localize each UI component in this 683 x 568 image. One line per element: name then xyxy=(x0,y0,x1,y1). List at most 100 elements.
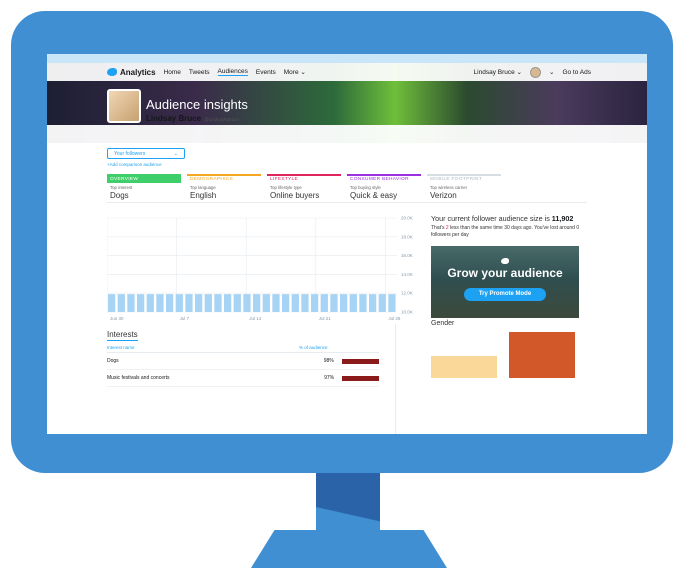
chart-bar xyxy=(185,294,193,312)
chart-bar xyxy=(388,294,396,312)
interests-header: Interest name % of audience xyxy=(107,345,379,353)
x-tick-label: Jul 7 xyxy=(180,316,190,321)
audience-desc-1: That's xyxy=(431,225,446,231)
tab-demographics[interactable]: DEMOGRAPHICS Top language English xyxy=(187,174,261,200)
y-tick-label: 10.0K xyxy=(401,310,413,315)
chart-bar xyxy=(272,294,280,312)
interest-bar xyxy=(342,375,379,381)
tab-overview-head: OVERVIEW xyxy=(107,174,181,183)
chart-bar xyxy=(243,294,251,312)
tab-consumer-behavior[interactable]: CONSUMER BEHAVIOR Top buying style Quick… xyxy=(347,174,421,200)
x-tick-label: Jul 14 xyxy=(249,316,262,321)
interests-panel: Interests Interest name % of audience Do… xyxy=(107,324,379,387)
audience-selector: Your followers ⌄ +Add comparison audienc… xyxy=(107,148,185,167)
tab-lifestyle[interactable]: LIFESTYLE Top lifestyle type Online buye… xyxy=(267,174,341,200)
chart-bar xyxy=(349,294,357,312)
x-tick-label: Jul 28 xyxy=(388,316,401,321)
nav-events[interactable]: Events xyxy=(256,69,276,76)
y-tick-label: 14.0K xyxy=(401,272,413,277)
settings-avatar-icon[interactable] xyxy=(530,66,541,78)
x-tick-label: Jul 21 xyxy=(319,316,332,321)
interests-rows: Dogs 98% Music festivals and concerts 97% xyxy=(107,353,379,387)
user-menu[interactable]: Lindsay Bruce ⌄ xyxy=(474,68,522,76)
gender-title: Gender xyxy=(431,320,455,327)
audience-change-text: That's 2 less than the same time 30 days… xyxy=(431,225,581,239)
nav-audiences[interactable]: Audiences xyxy=(217,68,248,76)
user-name: Lindsay Bruce xyxy=(146,114,202,123)
settings-caret-icon[interactable]: ⌄ xyxy=(549,68,554,76)
chart-bar xyxy=(233,294,241,312)
nav-right: Lindsay Bruce ⌄ ⌄ Go to Ads xyxy=(474,66,591,78)
x-tick-label: Jun 30 xyxy=(110,316,124,321)
table-row: Dogs 98% xyxy=(107,353,379,370)
banner-lower-band xyxy=(47,125,647,143)
tab-lifestyle-head: LIFESTYLE xyxy=(267,174,341,183)
avatar xyxy=(107,89,141,123)
interest-name: Music festivals and concerts xyxy=(107,375,170,381)
insight-tabs: OVERVIEW Top interest Dogs DEMOGRAPHICS … xyxy=(107,174,501,200)
page-title: Audience insights xyxy=(146,97,248,112)
analytics-brand[interactable]: Analytics xyxy=(107,68,156,77)
tab-mobile-footprint-head: MOBILE FOOTPRINT xyxy=(427,174,501,183)
tab-consumer-behavior-sub: Top buying style xyxy=(350,185,381,190)
chart-bar xyxy=(117,294,125,312)
tab-mobile-footprint[interactable]: MOBILE FOOTPRINT Top wireless carrier Ve… xyxy=(427,174,501,200)
chart-bar xyxy=(320,294,328,312)
interests-title: Interests xyxy=(107,330,138,341)
tab-mobile-footprint-value: Verizon xyxy=(430,191,457,200)
chart-bar xyxy=(340,294,348,312)
table-row: Music festivals and concerts 97% xyxy=(107,370,379,387)
chart-bar xyxy=(291,294,299,312)
top-nav: Analytics Home Tweets Audiences Events M… xyxy=(47,63,647,81)
chart-bar xyxy=(253,294,261,312)
gender-panel: Gender xyxy=(431,320,581,378)
profile-header: Audience insights Lindsay Bruce @Lindsay… xyxy=(107,89,248,123)
interest-percent: 98% xyxy=(323,358,334,364)
followers-dropdown[interactable]: Your followers ⌄ xyxy=(107,148,185,159)
tab-overview[interactable]: OVERVIEW Top interest Dogs xyxy=(107,174,181,200)
go-to-ads-link[interactable]: Go to Ads xyxy=(562,69,591,76)
add-comparison-link[interactable]: +Add comparison audience xyxy=(107,162,185,167)
nav-home[interactable]: Home xyxy=(164,69,181,76)
panel-divider xyxy=(395,324,396,434)
brand-label: Analytics xyxy=(120,67,156,77)
gender-bar xyxy=(509,332,575,378)
twitter-bird-icon xyxy=(107,68,117,76)
col-interest-name[interactable]: Interest name xyxy=(107,345,299,350)
tab-lifestyle-value: Online buyers xyxy=(270,191,320,200)
y-tick-label: 16.0K xyxy=(401,253,413,258)
chart-bar xyxy=(195,294,203,312)
chart-bar xyxy=(262,294,270,312)
tab-overview-sub: Top interest xyxy=(110,185,133,190)
y-tick-label: 12.0K xyxy=(401,291,413,296)
chart-bar xyxy=(224,294,232,312)
chart-bar xyxy=(301,294,309,312)
interest-percent: 97% xyxy=(324,375,335,381)
twitter-bird-icon xyxy=(501,258,509,264)
followers-dropdown-label: Your followers xyxy=(114,150,146,157)
nav-left: Analytics Home Tweets Audiences Events M… xyxy=(107,68,306,77)
gender-chart xyxy=(431,330,581,378)
tab-overview-value: Dogs xyxy=(110,191,129,200)
interest-name: Dogs xyxy=(107,358,119,364)
interest-bar xyxy=(341,358,379,364)
profile-text: Audience insights Lindsay Bruce @Lindsay… xyxy=(146,97,248,123)
audience-size-prefix: Your current follower audience size is xyxy=(431,214,552,223)
promote-card: Grow your audience Try Promote Mode xyxy=(431,246,579,318)
tab-consumer-behavior-value: Quick & easy xyxy=(350,191,398,200)
nav-tweets[interactable]: Tweets xyxy=(189,69,210,76)
try-promote-mode-button[interactable]: Try Promote Mode xyxy=(464,288,546,301)
chevron-down-icon: ⌄ xyxy=(173,150,178,157)
promo-title: Grow your audience xyxy=(447,266,563,280)
col-percent-audience[interactable]: % of audience xyxy=(299,345,379,350)
tabs-divider xyxy=(107,202,587,203)
user-handle: @LindsayKBruce xyxy=(204,117,239,122)
nav-more[interactable]: More ⌄ xyxy=(284,68,306,76)
chart-bar xyxy=(369,294,377,312)
tab-demographics-head: DEMOGRAPHICS xyxy=(187,174,261,183)
user-row: Lindsay Bruce @LindsayKBruce xyxy=(146,114,248,123)
follower-chart: 20.0K 18.0K 16.0K 14.0K 12.0K 10.0K Jun 30 Jul … xyxy=(107,214,423,324)
browser-top-strip xyxy=(47,54,647,63)
chart-bar xyxy=(378,294,386,312)
tab-demographics-sub: Top language xyxy=(190,185,216,190)
